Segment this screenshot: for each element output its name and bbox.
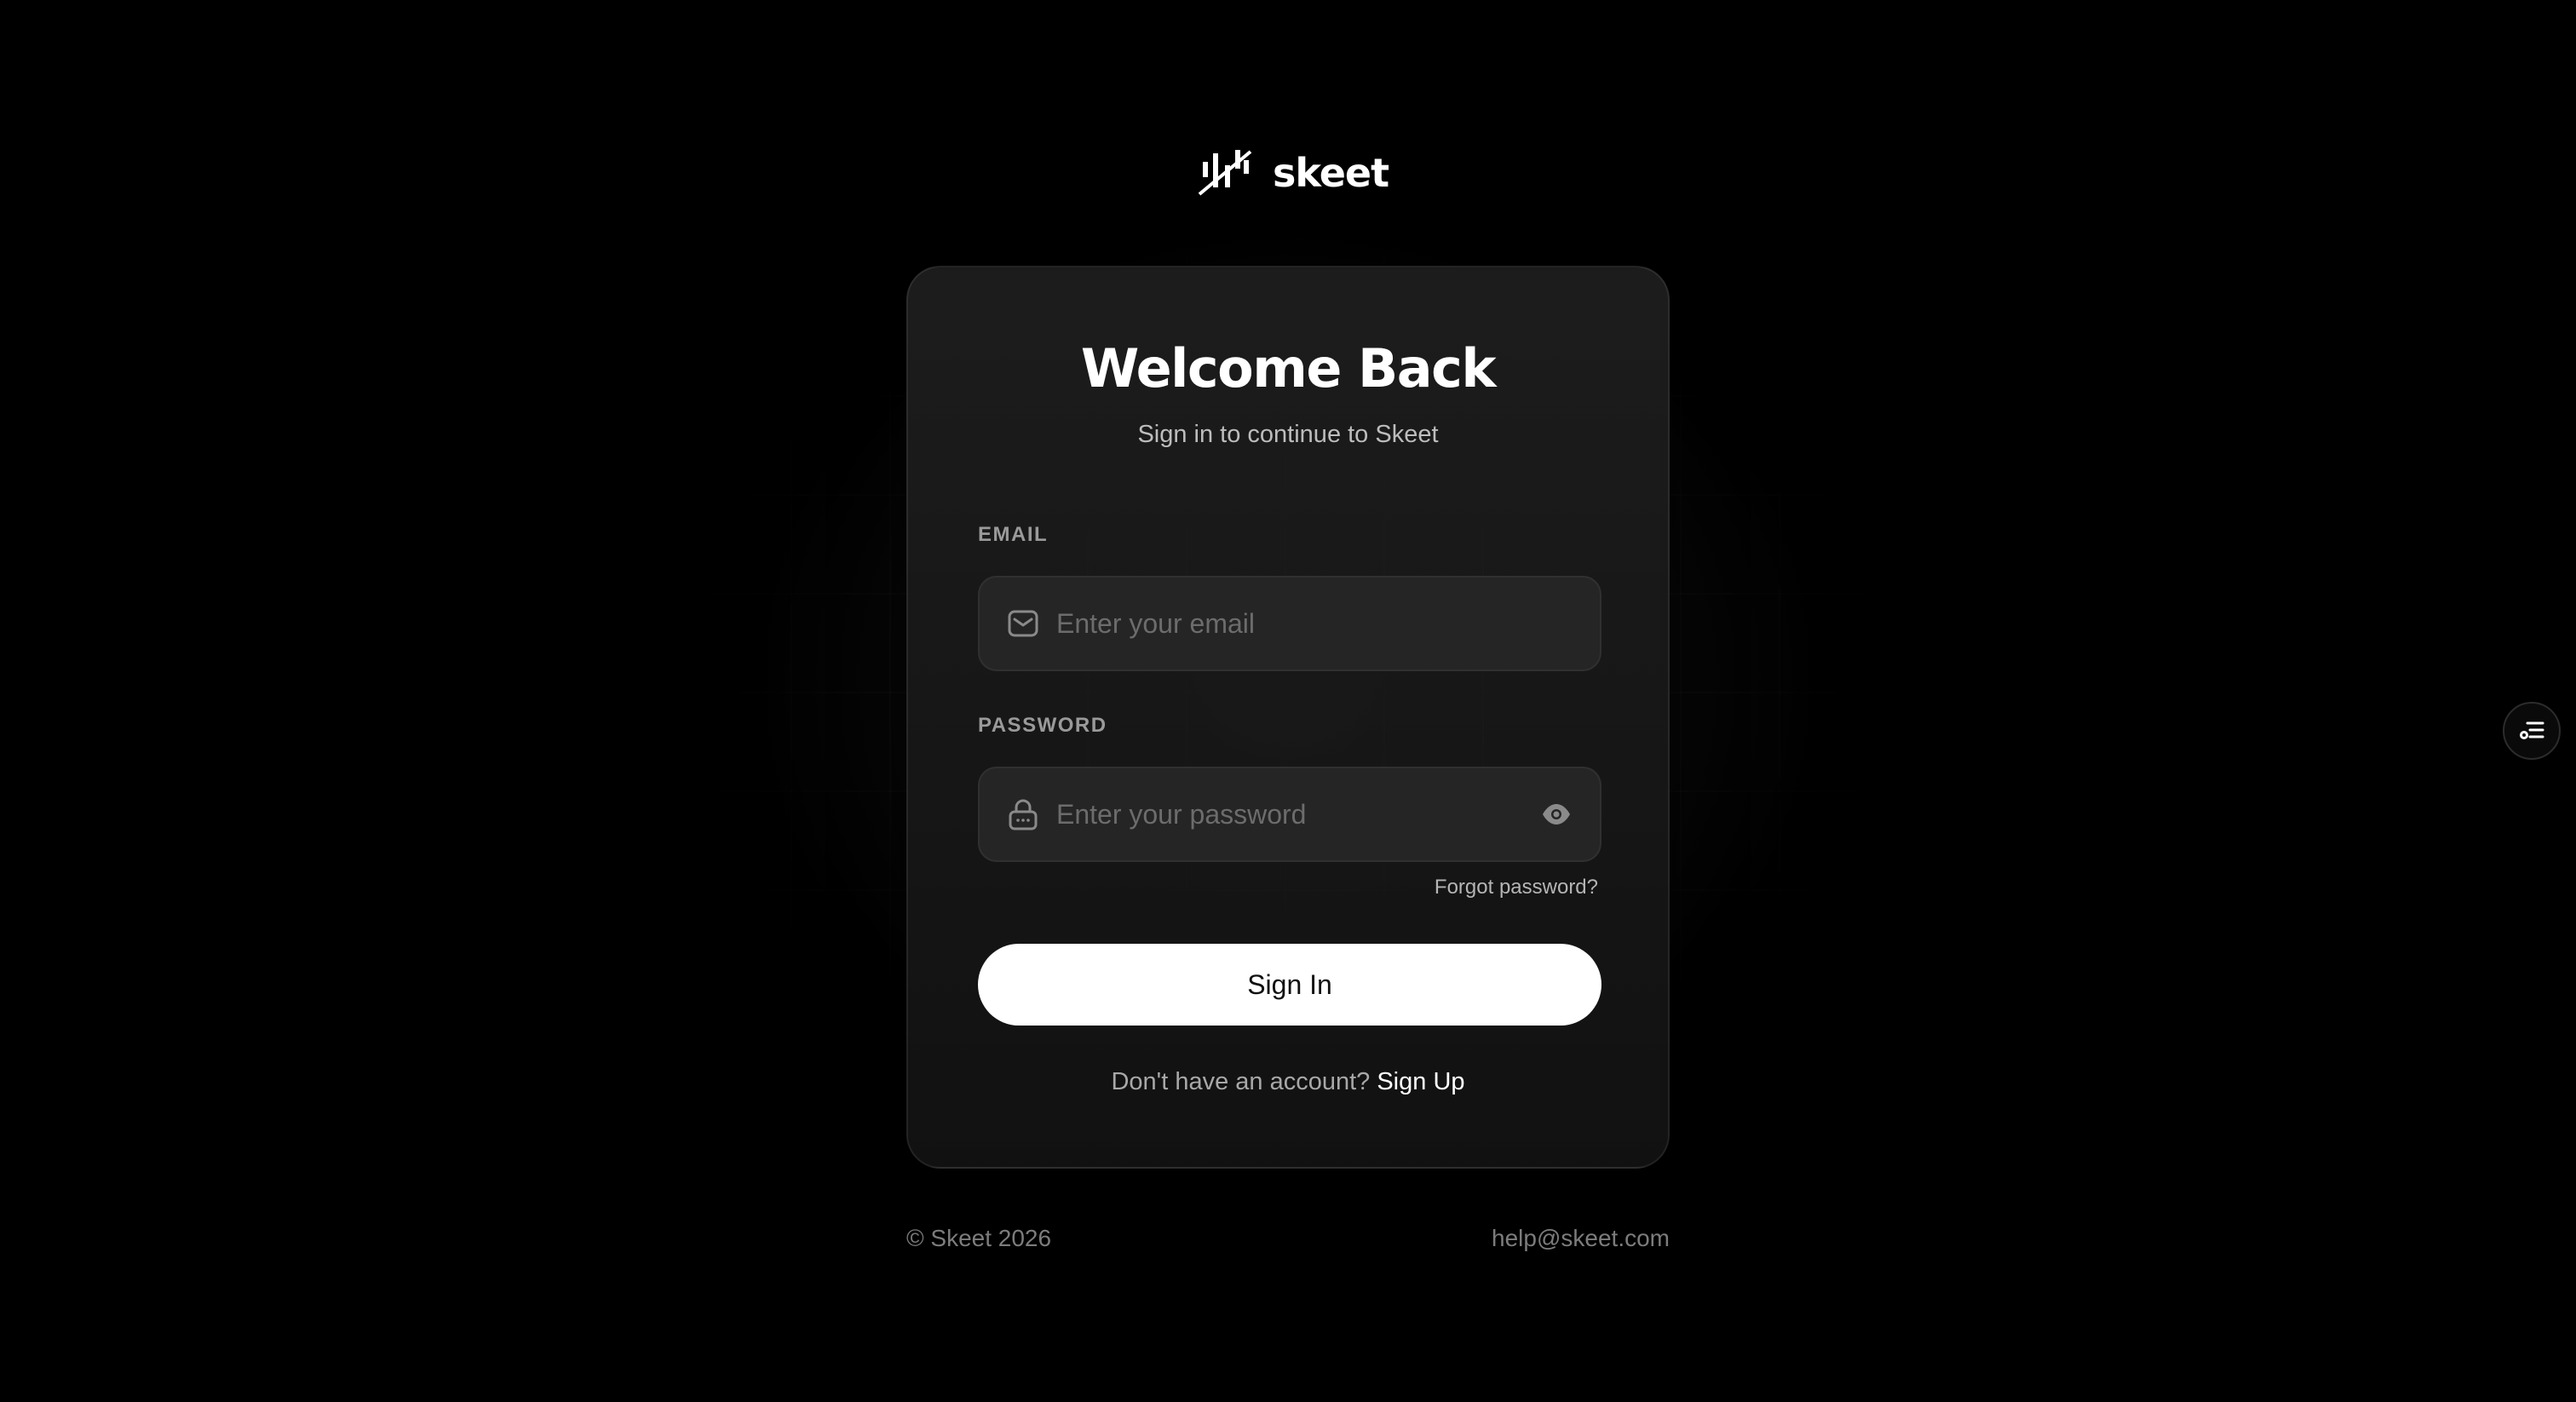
brand-name: skeet xyxy=(1273,150,1389,196)
lock-icon xyxy=(1009,799,1038,830)
email-field-container[interactable] xyxy=(978,576,1601,671)
signup-prompt: Don't have an account? xyxy=(1111,1068,1371,1095)
brand-logo[interactable]: skeet xyxy=(1198,141,1389,204)
mail-icon xyxy=(1008,610,1038,637)
email-label: EMAIL xyxy=(978,523,1049,546)
eye-icon[interactable] xyxy=(1540,798,1573,830)
signup-prompt-row: Don't have an account? Sign Up xyxy=(908,1068,1668,1096)
password-input[interactable] xyxy=(1056,768,1523,860)
forgot-password-link[interactable]: Forgot password? xyxy=(1435,876,1598,899)
email-input[interactable] xyxy=(1056,577,1523,669)
toolbar-list-icon xyxy=(2520,721,2544,739)
page-subtitle: Sign in to continue to Skeet xyxy=(1137,421,1439,448)
login-page: skeet Welcome Back Sign in to continue t… xyxy=(0,0,2576,1402)
sign-in-button[interactable]: Sign In xyxy=(978,944,1601,1026)
footer-copyright: © Skeet 2026 xyxy=(906,1225,1052,1251)
password-label: PASSWORD xyxy=(978,714,1107,737)
page-title: Welcome Back xyxy=(1080,337,1497,399)
login-card: Welcome Back Sign in to continue to Skee… xyxy=(906,266,1670,1169)
password-field-container[interactable] xyxy=(978,767,1601,862)
skeet-logo-icon xyxy=(1198,150,1252,196)
footer-help-email[interactable]: help@skeet.com xyxy=(1492,1225,1670,1252)
side-toolbar-button[interactable] xyxy=(2503,702,2561,760)
sign-up-link[interactable]: Sign Up xyxy=(1377,1068,1464,1095)
